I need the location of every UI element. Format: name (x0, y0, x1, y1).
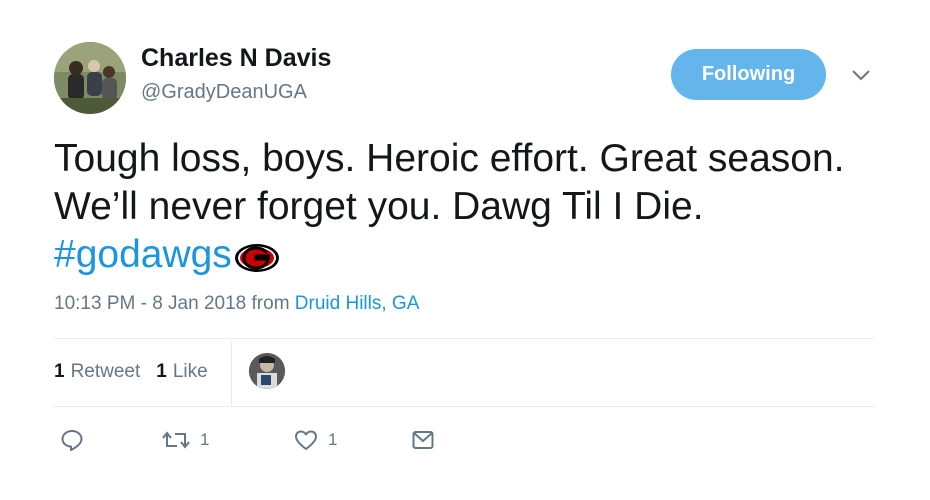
hashtag-link[interactable]: #godawgs (54, 233, 232, 276)
user-name[interactable]: Charles N Davis (141, 44, 331, 73)
like-count: 1 (328, 430, 338, 449)
reply-icon (60, 428, 84, 452)
reply-button[interactable] (60, 428, 84, 452)
avatar[interactable] (54, 42, 126, 114)
liker-avatar[interactable] (249, 353, 285, 389)
tweet-meta: 10:13 PM - 8 Jan 2018 from Druid Hills, … (54, 293, 419, 315)
retweet-count: 1 (200, 430, 210, 449)
tweet-text: Tough loss, boys. Heroic effort. Great s… (54, 135, 854, 285)
like-button[interactable]: 1 (294, 428, 337, 452)
divider (54, 406, 874, 407)
retweet-stat[interactable]: 1 Retweet (54, 361, 140, 383)
retweet-icon (162, 428, 190, 452)
like-stat[interactable]: 1 Like (156, 361, 207, 383)
following-button[interactable]: Following (671, 49, 826, 100)
retweets-count: 1 (54, 361, 65, 382)
likes-label: Like (172, 361, 208, 382)
user-handle[interactable]: @GradyDeanUGA (141, 81, 307, 104)
stats-separator (231, 341, 232, 407)
georgia-g-logo-icon (234, 237, 280, 285)
retweets-label: Retweet (70, 361, 141, 382)
mail-icon (411, 428, 435, 452)
tweet-body: Tough loss, boys. Heroic effort. Great s… (54, 137, 845, 228)
location-link[interactable]: Druid Hills, GA (295, 293, 420, 314)
tweet-timestamp[interactable]: 10:13 PM - 8 Jan 2018 from (54, 293, 295, 314)
likes-count: 1 (156, 361, 167, 382)
retweet-button[interactable]: 1 (162, 428, 209, 452)
message-button[interactable] (411, 428, 435, 452)
heart-icon (294, 428, 318, 452)
tweet-stats: 1 Retweet 1 Like (54, 338, 224, 406)
chevron-down-icon[interactable] (849, 63, 873, 87)
